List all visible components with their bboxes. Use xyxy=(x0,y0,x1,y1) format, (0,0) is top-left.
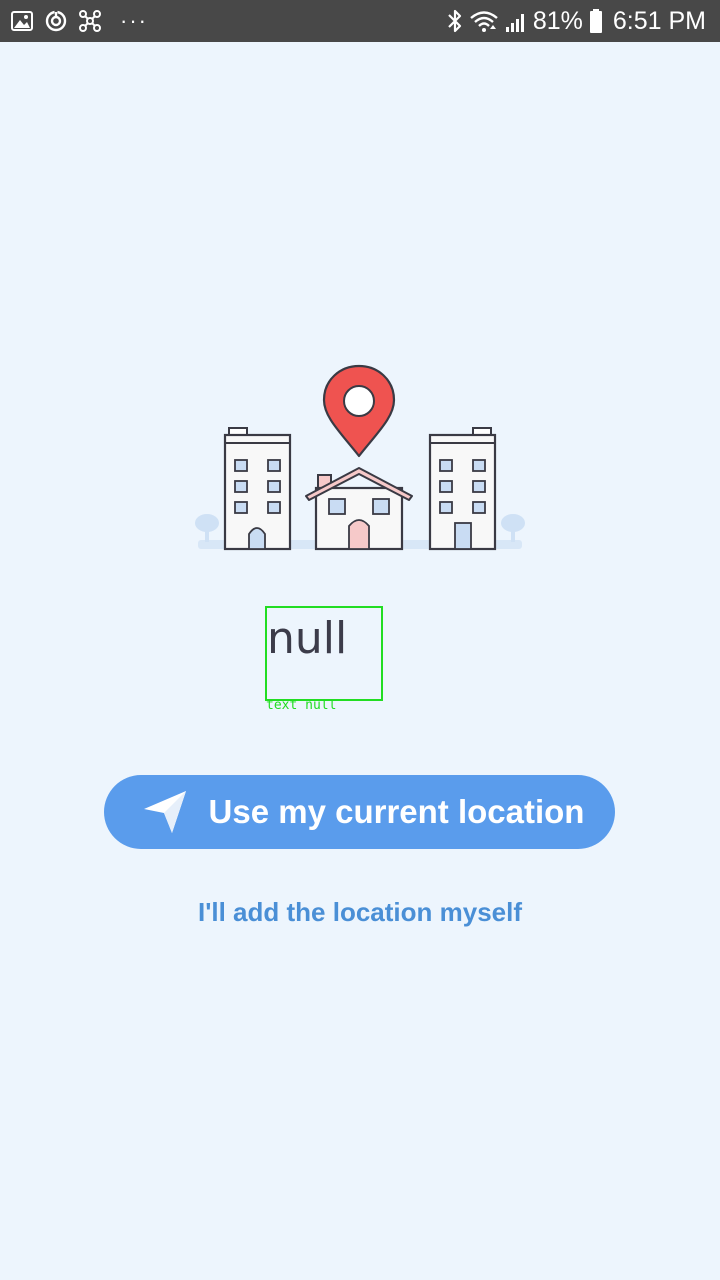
battery-icon xyxy=(589,8,603,34)
debug-label: text null xyxy=(266,698,337,713)
city-location-illustration xyxy=(190,360,530,560)
city-location-pin-illustration xyxy=(195,364,525,551)
gallery-icon xyxy=(10,9,34,33)
location-title: null xyxy=(267,613,348,664)
network-icon xyxy=(78,9,102,33)
sync-icon xyxy=(44,9,68,33)
more-notifications-indicator: ··· xyxy=(120,8,148,33)
signal-icon xyxy=(505,9,527,33)
status-time: 6:51 PM xyxy=(612,7,706,35)
status-right-icons: 81% 6:51 PM xyxy=(447,6,706,36)
add-location-manually-link[interactable]: I'll add the location myself xyxy=(0,892,720,932)
status-bar: ··· 81% 6:51 PM xyxy=(0,0,720,42)
status-left-icons: ··· xyxy=(10,9,148,33)
battery-percentage: 81% xyxy=(532,7,583,35)
use-current-location-label: Use my current location xyxy=(208,793,585,830)
wifi-icon xyxy=(469,9,499,33)
bluetooth-icon xyxy=(447,8,463,34)
use-current-location-button[interactable]: Use my current location xyxy=(104,775,615,849)
navigation-arrow-icon xyxy=(144,791,186,833)
